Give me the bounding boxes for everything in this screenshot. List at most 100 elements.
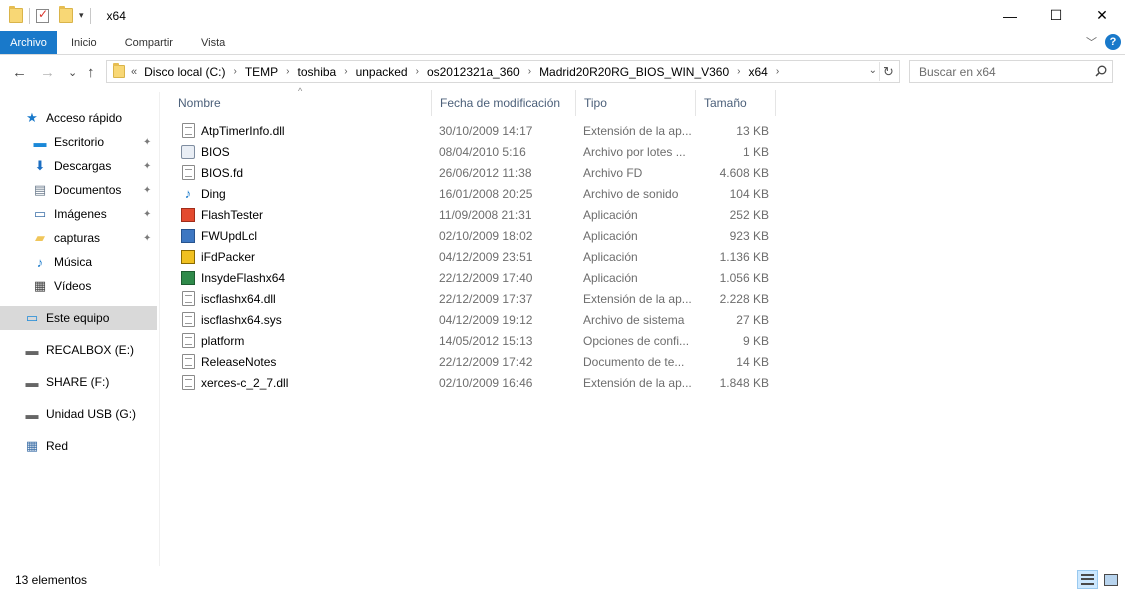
pin-icon[interactable]: ✦ (143, 137, 151, 148)
table-row[interactable]: ♪ Ding 16/01/2008 20:25 Archivo de sonido… (170, 183, 776, 204)
sidebar-item-share[interactable]: ▬ SHARE (F:) (24, 370, 158, 394)
column-header: Nombre Fecha de modificación Tipo Tamaño (170, 90, 776, 116)
chevron-right-icon[interactable]: › (286, 66, 289, 77)
folder-icon: ▰ (35, 230, 45, 245)
address-history-dropdown-icon[interactable]: ⌄ (869, 65, 877, 76)
file-name: Ding (201, 186, 226, 201)
search-input[interactable]: Buscar en x64 (909, 60, 1113, 83)
tab-vista[interactable]: Vista (187, 31, 239, 54)
address-bar[interactable]: « Disco local (C:) › TEMP › toshiba › un… (106, 60, 900, 83)
system-file-icon (180, 312, 196, 328)
expand-ribbon-icon[interactable]: ﹀ (1086, 34, 1097, 50)
sidebar-item-descargas[interactable]: ⬇ Descargas ✦ (32, 154, 158, 178)
back-arrow-icon[interactable]: ← (12, 64, 27, 81)
file-type: Archivo por lotes ... (583, 144, 686, 159)
pin-icon[interactable]: ✦ (143, 209, 151, 220)
close-button[interactable]: ✕ (1079, 0, 1125, 31)
music-icon: ♪ (36, 254, 44, 270)
chevron-right-icon[interactable]: › (233, 66, 236, 77)
table-row[interactable]: BIOS.fd 26/06/2012 11:38 Archivo FD 4.60… (170, 162, 776, 183)
forward-arrow-icon[interactable]: → (40, 64, 55, 81)
maximize-button[interactable]: ☐ (1033, 0, 1079, 31)
sidebar-item-musica[interactable]: ♪ Música (32, 250, 158, 274)
table-row[interactable]: ReleaseNotes 22/12/2009 17:42 Documento … (170, 351, 776, 372)
up-arrow-icon[interactable]: ↑ (87, 64, 95, 81)
folder-icon (113, 63, 125, 78)
file-size: 2.228 KB (719, 291, 769, 306)
file-type: Aplicación (583, 228, 638, 243)
chevron-right-icon[interactable]: › (344, 66, 347, 77)
table-row[interactable]: AtpTimerInfo.dll 30/10/2009 14:17 Extens… (170, 120, 776, 141)
large-icons-view-button[interactable] (1100, 570, 1121, 589)
table-row[interactable]: platform 14/05/2012 15:13 Opciones de co… (170, 330, 776, 351)
file-name: BIOS (201, 144, 230, 159)
pin-icon[interactable]: ✦ (143, 233, 151, 244)
audio-file-icon: ♪ (184, 186, 192, 201)
sidebar-item-unidad-usb[interactable]: ▬ Unidad USB (G:) (24, 402, 158, 426)
chevron-right-icon[interactable]: › (528, 66, 531, 77)
breadcrumb-item[interactable]: x64 (749, 65, 768, 79)
breadcrumb-item[interactable]: unpacked (356, 65, 408, 79)
sidebar-item-este-equipo[interactable]: ▭ Este equipo (0, 306, 157, 330)
column-date[interactable]: Fecha de modificación (432, 90, 576, 116)
breadcrumb: « Disco local (C:) › TEMP › toshiba › un… (131, 65, 787, 79)
sidebar-item-acceso-rapido[interactable]: ★ Acceso rápido (24, 106, 158, 130)
file-date: 30/10/2009 14:17 (439, 123, 533, 138)
sidebar-item-recalbox[interactable]: ▬ RECALBOX (E:) (24, 338, 158, 362)
minimize-button[interactable]: — (987, 0, 1033, 31)
sidebar-item-imagenes[interactable]: ▭ Imágenes ✦ (32, 202, 158, 226)
application-icon (180, 270, 196, 286)
details-view-button[interactable] (1077, 570, 1098, 589)
customize-toolbar-icon[interactable]: ▾ (79, 10, 84, 21)
breadcrumb-overflow[interactable]: « (131, 66, 137, 78)
sidebar-item-red[interactable]: ▦ Red (24, 434, 158, 458)
file-icon (180, 165, 196, 181)
file-date: 02/10/2009 18:02 (439, 228, 533, 243)
sidebar-item-capturas[interactable]: ▰ capturas ✦ (32, 226, 158, 250)
table-row[interactable]: InsydeFlashx64 22/12/2009 17:40 Aplicaci… (170, 267, 776, 288)
properties-icon[interactable] (36, 7, 49, 23)
file-type: Extensión de la ap... (583, 291, 692, 306)
help-icon[interactable]: ? (1105, 34, 1121, 50)
column-size[interactable]: Tamaño (696, 90, 776, 116)
sidebar-item-label: RECALBOX (E:) (46, 343, 135, 357)
table-row[interactable]: BIOS 08/04/2010 5:16 Archivo por lotes .… (170, 141, 776, 162)
table-row[interactable]: iscflashx64.sys 04/12/2009 19:12 Archivo… (170, 309, 776, 330)
column-type[interactable]: Tipo (576, 90, 696, 116)
sidebar-item-label: Imágenes (54, 207, 107, 221)
column-name[interactable]: Nombre (170, 90, 432, 116)
sidebar-item-videos[interactable]: ▦ Vídeos (32, 274, 158, 298)
table-row[interactable]: FlashTester 11/09/2008 21:31 Aplicación … (170, 204, 776, 225)
table-row[interactable]: iFdPacker 04/12/2009 23:51 Aplicación 1.… (170, 246, 776, 267)
file-type: Archivo FD (583, 165, 643, 180)
refresh-icon[interactable]: ↻ (879, 62, 897, 81)
breadcrumb-item[interactable]: os2012321a_360 (427, 65, 520, 79)
folder-icon (9, 6, 23, 23)
table-row[interactable]: iscflashx64.dll 22/12/2009 17:37 Extensi… (170, 288, 776, 309)
tab-archivo[interactable]: Archivo (0, 31, 57, 54)
sidebar-item-escritorio[interactable]: ▬ Escritorio ✦ (32, 130, 158, 154)
videos-icon: ▦ (33, 278, 47, 293)
recent-locations-icon[interactable]: ⌄ (68, 66, 77, 79)
breadcrumb-item[interactable]: TEMP (245, 65, 278, 79)
dll-file-icon (180, 291, 196, 307)
computer-icon: ▭ (25, 310, 39, 325)
pin-icon[interactable]: ✦ (143, 185, 151, 196)
new-folder-icon[interactable] (59, 6, 73, 23)
table-row[interactable]: xerces-c_2_7.dll 02/10/2009 16:46 Extens… (170, 372, 776, 393)
chevron-right-icon[interactable]: › (416, 66, 419, 77)
chevron-right-icon[interactable]: › (776, 66, 779, 77)
breadcrumb-item[interactable]: Madrid20R20RG_BIOS_WIN_V360 (539, 65, 729, 79)
table-row[interactable]: FWUpdLcl 02/10/2009 18:02 Aplicación 923… (170, 225, 776, 246)
dll-file-icon (180, 123, 196, 139)
sidebar-item-documentos[interactable]: ▤ Documentos ✦ (32, 178, 158, 202)
chevron-right-icon[interactable]: › (737, 66, 740, 77)
tab-compartir[interactable]: Compartir (111, 31, 187, 54)
breadcrumb-item[interactable]: toshiba (298, 65, 337, 79)
breadcrumb-item[interactable]: Disco local (C:) (144, 65, 225, 79)
file-date: 04/12/2009 23:51 (439, 249, 533, 264)
search-icon[interactable] (1095, 65, 1107, 77)
tab-inicio[interactable]: Inicio (57, 31, 111, 54)
file-name: InsydeFlashx64 (201, 270, 286, 285)
pin-icon[interactable]: ✦ (143, 161, 151, 172)
